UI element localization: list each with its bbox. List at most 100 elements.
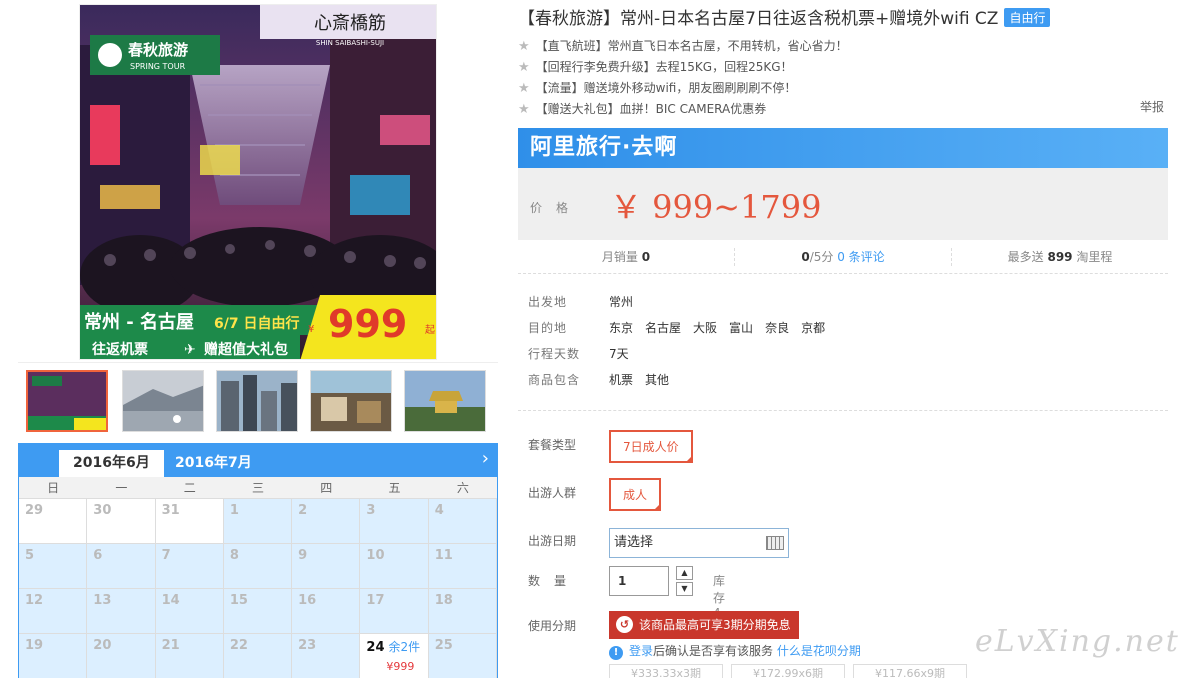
product-title: 【春秋旅游】常州-日本名古屋7日往返含税机票+赠境外wifi CZ 自由行 [518, 4, 1051, 29]
watermark: eLvXing.net [975, 624, 1180, 659]
installment-plan-option[interactable]: ¥333.33x3期 [609, 664, 723, 678]
dest-item: 富山 [729, 321, 754, 335]
installment-button[interactable]: ↺ 该商品最高可享3期分期免息 [609, 611, 799, 639]
weekday-label: 五 [388, 481, 401, 495]
thumbnail-3[interactable] [216, 370, 298, 432]
dest-item: 奈良 [765, 321, 790, 335]
calendar-day: 25 [428, 634, 497, 678]
calendar-day-number: 29 [25, 503, 44, 518]
weekday-label: 二 [183, 481, 196, 495]
plane-icon: ✈ [184, 342, 196, 358]
info-icon: ! [609, 646, 623, 660]
installment-plan-option[interactable]: ¥117.66x9期 [853, 664, 967, 678]
calendar-day: 9 [292, 544, 361, 589]
installment-label: 使用分期 [528, 619, 577, 633]
calendar-day: 29 [19, 499, 88, 544]
star-icon: ★ [518, 39, 530, 54]
calendar-day-available[interactable]: 24 余2件 ¥999 [360, 634, 429, 678]
calendar-day-number: 17 [366, 593, 385, 608]
people-label: 出游人群 [528, 486, 577, 500]
price-box: 阿里旅行·去啊 价格 ￥ 999~1799 [518, 128, 1168, 240]
banner-days: 6/7 日自由行 [214, 315, 299, 332]
calendar-day-number: 22 [229, 638, 248, 653]
calendar-day-number: 30 [93, 503, 112, 518]
feature-item: ★ 【赠送大礼包】血拼！BIC CAMERA优惠券 [518, 99, 848, 120]
feature-item: ★ 【回程行李免费升级】去程15KG，回程25KG！ [518, 57, 848, 78]
thumbnail-1[interactable] [26, 370, 108, 432]
tab-month-july[interactable]: 2016年7月 [161, 450, 266, 477]
quantity-input[interactable]: 1 [609, 566, 669, 596]
calendar-day: 6 [87, 544, 156, 589]
weekday-label: 日 [47, 481, 60, 495]
weekday-label: 四 [320, 481, 333, 495]
calendar-day-number: 7 [161, 548, 171, 563]
star-icon: ★ [518, 81, 530, 96]
star-icon: ★ [518, 102, 530, 117]
tab-month-june[interactable]: 2016年6月 [59, 450, 164, 477]
package-label: 套餐类型 [528, 438, 577, 452]
product-detail-column: 【春秋旅游】常州-日本名古屋7日往返含税机票+赠境外wifi CZ 自由行 ★ 【直… [518, 0, 1168, 678]
calendar-day: 20 [87, 634, 156, 678]
calendar-day-stock: 余2件 [388, 640, 421, 654]
divider [18, 362, 498, 363]
calendar-day: 13 [87, 589, 156, 634]
calendar-day: 30 [87, 499, 156, 544]
calendar-day: 12 [19, 589, 88, 634]
departure-calendar: 2016年6月 2016年7月 › 日一二三四五六 29 30 31 1 2 3 4 5 6 7 8… [18, 443, 498, 678]
calendar-day: 4 [428, 499, 497, 544]
thumbnail-2[interactable] [122, 370, 204, 432]
calendar-day-number: 25 [434, 638, 453, 653]
calendar-day: 16 [292, 589, 361, 634]
calendar-grid: 29 30 31 1 2 3 4 5 6 7 8 9 10 11 12 13 14 15 16 17 18 19 20 21 2… [19, 499, 497, 678]
thumbnail-4[interactable] [310, 370, 392, 432]
login-link[interactable]: 登录 [629, 644, 653, 658]
installment-plan-option[interactable]: ¥172.99x6期 [731, 664, 845, 678]
reviews-link[interactable]: 0 条评论 [837, 250, 884, 264]
calendar-day-number: 19 [25, 638, 44, 653]
date-select-input[interactable]: 请选择 [609, 528, 789, 558]
miles-bonus: 最多送 899 淘里程 [951, 248, 1168, 266]
info-destinations: 目的地 东京 名古屋 大阪 富山 奈良 京都 [528, 318, 837, 344]
report-link[interactable]: 举报 [1140, 98, 1164, 115]
quantity-up-icon[interactable]: ▲ [676, 566, 693, 580]
banner-price-suffix: 起 [425, 324, 435, 336]
price-value: ￥ 999~1799 [610, 188, 822, 226]
next-month-icon[interactable]: › [482, 448, 489, 469]
calendar-day: 8 [223, 544, 293, 589]
quantity-down-icon[interactable]: ▼ [676, 582, 693, 596]
package-option[interactable]: 7日成人价 [609, 430, 693, 463]
spring-tour-logo-icon [98, 43, 122, 67]
weekday-label: 六 [456, 481, 469, 495]
calendar-icon[interactable] [766, 536, 784, 550]
calendar-day-number: 12 [25, 593, 44, 608]
calendar-day: 14 [155, 589, 224, 634]
depart-label: 出发地 [528, 295, 568, 309]
huabei-link[interactable]: 什么是花呗分期 [777, 644, 861, 658]
quantity-label: 数量 [528, 574, 581, 588]
weekday-label: 一 [115, 481, 128, 495]
dest-item: 大阪 [693, 321, 718, 335]
installment-text: 该商品最高可享3期分期免息 [639, 618, 791, 632]
people-option[interactable]: 成人 [609, 478, 662, 511]
feature-text: 【直飞航班】常州直飞日本名古屋，不用转机，省心省力！ [535, 39, 848, 53]
calendar-day: 17 [360, 589, 429, 634]
includes-item: 机票 [609, 373, 634, 387]
calendar-day-number: 23 [298, 638, 317, 653]
calendar-day-number: 5 [25, 548, 35, 563]
calendar-day-number: 9 [298, 548, 308, 563]
thumbnail-strip [26, 370, 496, 436]
feature-list: ★ 【直飞航班】常州直飞日本名古屋，不用转机，省心省力！ ★ 【回程行李免费升级】去程… [518, 36, 848, 120]
thumbnail-5[interactable] [404, 370, 486, 432]
feature-text: 【回程行李免费升级】去程15KG，回程25KG！ [535, 60, 793, 74]
info-includes: 商品包含 机票 其他 [528, 370, 837, 396]
calendar-day-number: 14 [161, 593, 180, 608]
calendar-day-number: 18 [434, 593, 453, 608]
calendar-day: 7 [155, 544, 224, 589]
dest-item: 名古屋 [645, 321, 682, 335]
feature-item: ★ 【流量】赠送境外移动wifi，朋友圈刷刷刷不停！ [518, 78, 848, 99]
brand-cn: 春秋旅游 [128, 41, 188, 59]
miles-value: 899 [1047, 250, 1073, 264]
miles-prefix: 最多送 [1007, 250, 1044, 264]
includes-label: 商品包含 [528, 373, 581, 387]
depart-value: 常州 [609, 295, 634, 309]
